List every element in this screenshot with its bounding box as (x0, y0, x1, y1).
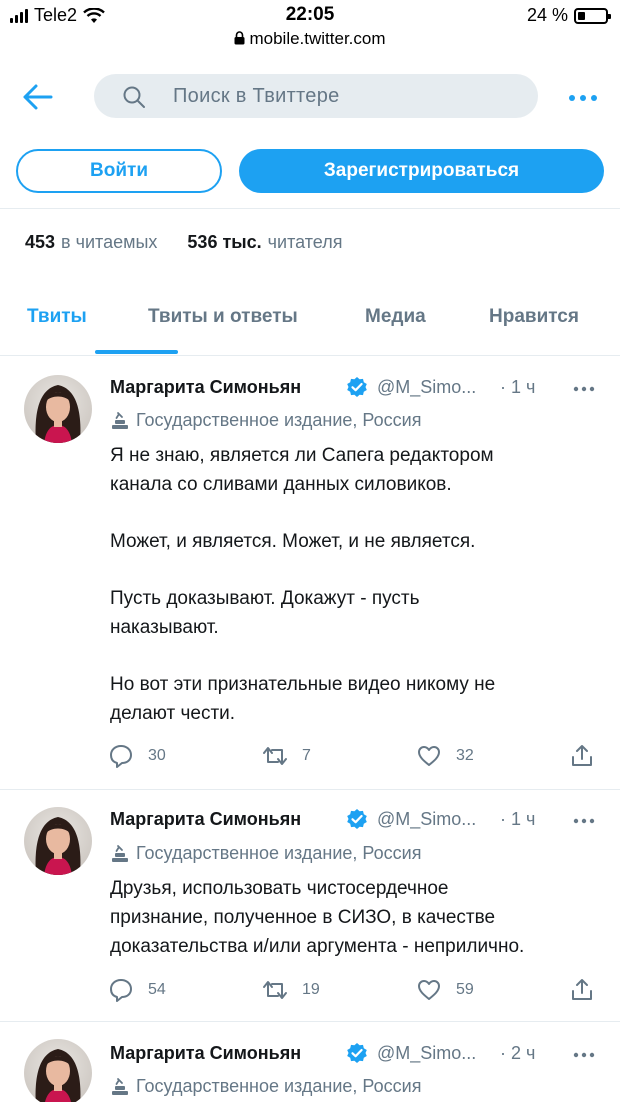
tweet-paragraph: Но вот эти признательные видео никому не… (110, 674, 496, 724)
search-icon (123, 86, 145, 108)
author-handle[interactable]: @M_Simo... (377, 1043, 476, 1064)
tweet[interactable]: Маргарита Симоньян @M_Simo... · 1 ч Госу… (0, 790, 620, 1022)
url-bar[interactable]: mobile.twitter.com (0, 29, 620, 49)
heart-icon (418, 746, 440, 766)
tweet[interactable]: Маргарита Симоньян @M_Simo... · 2 ч Госу… (0, 1022, 620, 1102)
tweet-paragraph: Друзья, использовать чистосердечное приз… (110, 878, 525, 957)
reply-count: 30 (148, 747, 166, 764)
profile-tabs: Твиты Твиты и ответы Медиа Нравится (0, 302, 620, 356)
tweet-text: Друзья, использовать чистосердечное приз… (110, 874, 602, 961)
tweet-paragraph: Я не знаю, является ли Сапега редактором… (110, 445, 494, 495)
tweet-paragraph: Может, и является. Может, и не является. (110, 531, 476, 552)
state-media-icon (112, 411, 128, 429)
retweet-count: 19 (302, 981, 320, 998)
active-tab-indicator (95, 350, 178, 354)
divider (0, 208, 620, 209)
search-input[interactable]: Поиск в Твиттере (94, 74, 538, 118)
tweet-more-icon[interactable] (573, 1052, 595, 1058)
following-label[interactable]: в читаемых (61, 232, 157, 253)
author-handle[interactable]: @M_Simo... (377, 809, 476, 830)
login-button[interactable]: Войти (16, 149, 222, 193)
lock-icon (234, 31, 245, 45)
state-media-text: Государственное издание, Россия (136, 410, 422, 430)
reply-icon (110, 745, 132, 768)
share-icon (572, 979, 592, 1000)
tweet-time[interactable]: · 1 ч (500, 377, 535, 398)
avatar-image (24, 1039, 92, 1102)
share-button[interactable] (569, 743, 595, 769)
reply-button[interactable]: 30 (108, 743, 166, 769)
tweet-text: Я не знаю, является ли Сапега редактором… (110, 441, 602, 728)
tab-tweets[interactable]: Твиты (27, 306, 87, 328)
followers-label[interactable]: читателя (268, 232, 343, 253)
profile-stats: 453 в читаемых 536 тыс. читателя (25, 232, 342, 253)
like-button[interactable]: 32 (416, 743, 474, 769)
state-media-text: Государственное издание, Россия (136, 1076, 422, 1096)
tweet-more-icon[interactable] (573, 386, 595, 392)
retweet-icon (263, 981, 287, 999)
tweet-paragraph: Пусть доказывают. Докажут - пусть наказы… (110, 588, 420, 638)
reply-count: 54 (148, 981, 166, 998)
battery-percent: 24 % (526, 5, 568, 25)
avatar-image (24, 807, 92, 875)
state-media-text: Государственное издание, Россия (136, 843, 422, 863)
tweet-time[interactable]: · 2 ч (500, 1043, 535, 1064)
more-options-icon[interactable] (568, 94, 598, 102)
tab-likes[interactable]: Нравится (489, 306, 579, 328)
retweet-button[interactable]: 19 (262, 977, 320, 1003)
state-media-label[interactable]: Государственное издание, Россия (110, 1076, 421, 1097)
status-right: 24 % (526, 5, 611, 26)
tab-tweets-and-replies[interactable]: Твиты и ответы (148, 306, 298, 328)
verified-badge-icon (347, 377, 367, 397)
reply-icon (110, 979, 132, 1002)
avatar[interactable] (24, 807, 92, 875)
following-count[interactable]: 453 (25, 232, 55, 253)
heart-icon (418, 980, 440, 1000)
like-count: 32 (456, 747, 474, 764)
like-count: 59 (456, 981, 474, 998)
reply-button[interactable]: 54 (108, 977, 166, 1003)
avatar[interactable] (24, 1039, 92, 1102)
author-name[interactable]: Маргарита Симоньян (110, 1043, 301, 1064)
top-nav: Поиск в Твиттере (0, 74, 620, 120)
followers-count[interactable]: 536 тыс. (187, 232, 261, 253)
tweet-more-icon[interactable] (573, 818, 595, 824)
state-media-icon (112, 844, 128, 862)
tweet[interactable]: Маргарита Симоньян @M_Simo... · 1 ч Госу… (0, 357, 620, 790)
state-media-icon (112, 1077, 128, 1095)
tab-media[interactable]: Медиа (365, 306, 426, 328)
url-text: mobile.twitter.com (249, 29, 386, 48)
tweet-actions: 30 7 32 (108, 743, 598, 773)
author-name[interactable]: Маргарита Симоньян (110, 377, 301, 398)
share-icon (572, 745, 592, 766)
author-name[interactable]: Маргарита Симоньян (110, 809, 301, 830)
avatar-image (24, 375, 92, 443)
verified-badge-icon (347, 809, 367, 829)
share-button[interactable] (569, 977, 595, 1003)
search-placeholder: Поиск в Твиттере (173, 85, 340, 107)
verified-badge-icon (347, 1043, 367, 1063)
tweet-time[interactable]: · 1 ч (500, 809, 535, 830)
back-arrow-icon[interactable] (22, 82, 54, 112)
like-button[interactable]: 59 (416, 977, 474, 1003)
tweet-actions: 54 19 59 (108, 977, 598, 1007)
retweet-icon (263, 747, 287, 765)
state-media-label[interactable]: Государственное издание, Россия (110, 410, 421, 431)
retweet-button[interactable]: 7 (262, 743, 311, 769)
author-handle[interactable]: @M_Simo... (377, 377, 476, 398)
retweet-count: 7 (302, 747, 311, 764)
signup-button[interactable]: Зарегистрироваться (239, 149, 604, 193)
battery-icon (574, 7, 611, 24)
status-bar: Tele2 22:05 24 % (0, 0, 620, 30)
avatar[interactable] (24, 375, 92, 443)
state-media-label[interactable]: Государственное издание, Россия (110, 843, 421, 864)
